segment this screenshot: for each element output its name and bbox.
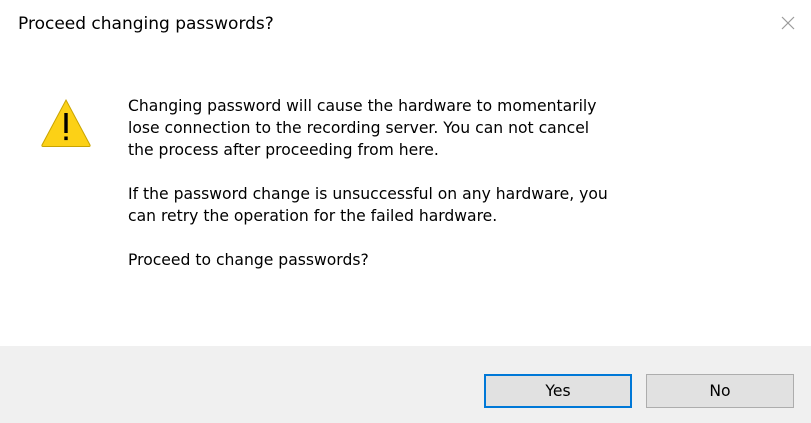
close-button[interactable]: [775, 10, 801, 36]
message-paragraph-1: Changing password will cause the hardwar…: [128, 97, 597, 159]
yes-button[interactable]: Yes: [484, 374, 632, 408]
button-bar: Yes No: [0, 346, 811, 423]
confirm-dialog: Proceed changing passwords? Changing pas…: [0, 0, 811, 423]
close-icon: [781, 16, 795, 30]
no-button[interactable]: No: [646, 374, 794, 408]
message-paragraph-3: Proceed to change passwords?: [128, 251, 369, 269]
title-bar: Proceed changing passwords?: [0, 0, 811, 60]
dialog-message: Changing password will cause the hardwar…: [128, 95, 778, 271]
dialog-title: Proceed changing passwords?: [18, 14, 274, 34]
message-paragraph-2: If the password change is unsuccessful o…: [128, 185, 608, 225]
warning-icon: [41, 98, 91, 147]
